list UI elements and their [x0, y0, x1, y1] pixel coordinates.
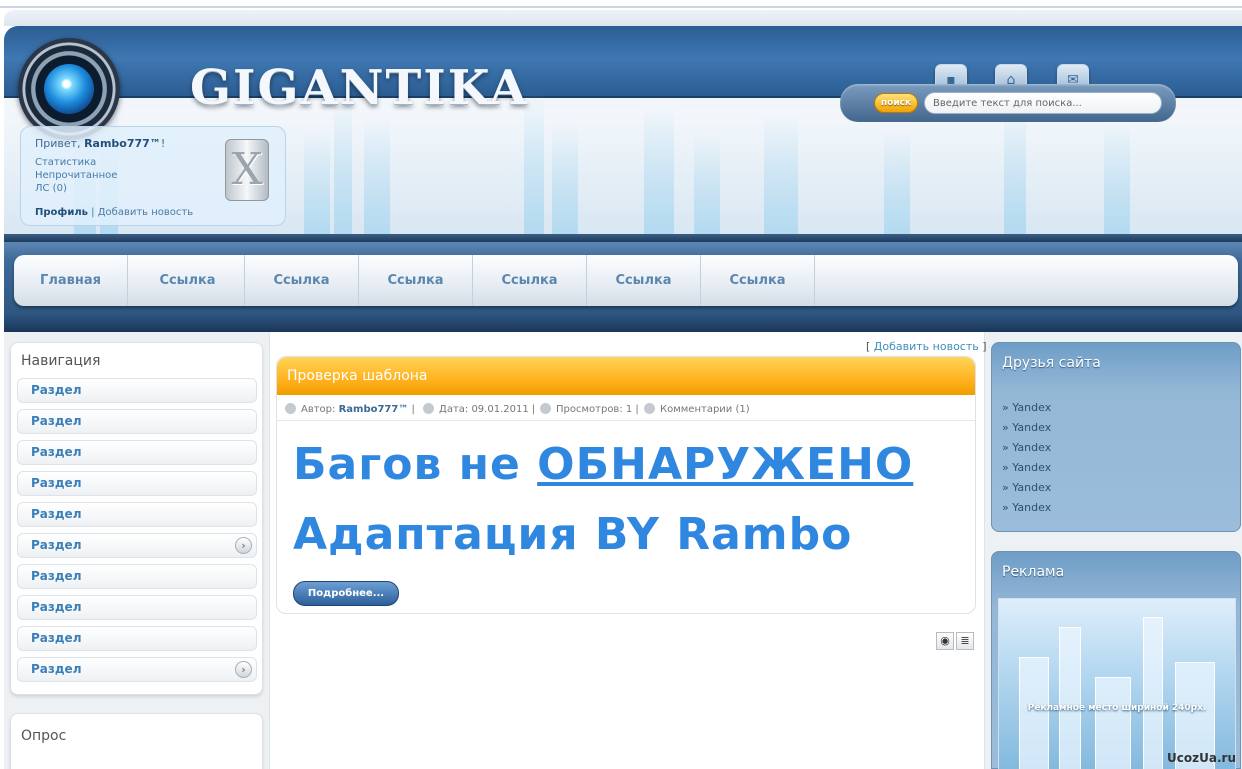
user-icon: [285, 403, 296, 414]
sidebar-item-section[interactable]: Раздел: [17, 471, 257, 496]
nav-item-home[interactable]: Главная: [14, 255, 128, 306]
city-building: [1004, 102, 1026, 242]
nav-item-link[interactable]: Ссылка: [359, 255, 473, 306]
poll-block: Опрос: [10, 713, 263, 769]
friends-title: Друзья сайта: [1002, 355, 1101, 371]
add-news-link[interactable]: Добавить новость: [874, 340, 979, 353]
ad-banner[interactable]: Рекламное место шириной 240px.: [998, 598, 1236, 769]
chevron-right-icon: ›: [235, 537, 252, 554]
ad-building: [1019, 657, 1049, 769]
print-icon[interactable]: ≣: [956, 632, 974, 650]
ad-building: [1143, 617, 1163, 769]
post-views: Просмотров: 1 |: [540, 403, 639, 415]
chevron-right-icon: ›: [235, 661, 252, 678]
unread-link[interactable]: Непрочитанное: [35, 170, 117, 181]
friend-link[interactable]: » Yandex: [1002, 481, 1051, 494]
read-more-button[interactable]: Подробнее...: [293, 581, 399, 606]
user-links: Профиль | Добавить новость: [35, 207, 194, 218]
friend-link[interactable]: » Yandex: [1002, 501, 1051, 514]
post-comments[interactable]: Комментарии (1): [644, 403, 750, 415]
nav-item-link[interactable]: Ссылка: [245, 255, 359, 306]
sidebar-item-section[interactable]: Раздел: [17, 409, 257, 434]
nav-item-link[interactable]: Ссылка: [131, 255, 245, 306]
sidebar-item-section[interactable]: Раздел: [17, 564, 257, 589]
main-nav: Главная Ссылка Ссылка Ссылка Ссылка Ссыл…: [14, 255, 1238, 306]
friend-link[interactable]: » Yandex: [1002, 401, 1051, 414]
city-building: [694, 134, 720, 242]
friend-link[interactable]: » Yandex: [1002, 461, 1051, 474]
post-text-line-1: Багов не ОБНАРУЖЕНО: [293, 439, 914, 490]
post-header: Проверка шаблона: [277, 357, 975, 395]
ads-title: Реклама: [1002, 564, 1065, 580]
friend-link[interactable]: » Yandex: [1002, 441, 1051, 454]
logout-button[interactable]: X: [225, 139, 269, 201]
sidebar-item-section[interactable]: Раздел: [17, 378, 257, 403]
nav-item-link[interactable]: Ссылка: [701, 255, 815, 306]
sidebar-item-section[interactable]: Раздел: [17, 440, 257, 465]
stats-link[interactable]: Статистика: [35, 157, 96, 168]
navigation-title: Навигация: [21, 353, 101, 369]
city-building: [1104, 122, 1130, 242]
sidebar-item-section[interactable]: Раздел: [17, 595, 257, 620]
sidebar-item-section[interactable]: Раздел ›: [17, 533, 257, 558]
friends-block: Друзья сайта » Yandex » Yandex » Yandex …: [991, 342, 1241, 532]
search-input[interactable]: [924, 92, 1162, 114]
city-building: [552, 124, 578, 242]
add-news-link[interactable]: Добавить новость: [98, 207, 193, 218]
clipboard-icon: [644, 403, 655, 414]
friend-link[interactable]: » Yandex: [1002, 421, 1051, 434]
city-building: [334, 97, 352, 242]
news-post: Проверка шаблона Автор: Rambo777™ | Дата…: [276, 356, 976, 614]
city-building: [364, 117, 390, 242]
site-header: GIGANTIKA ▪ ⌂ ✉ поиск Привет, Rambo777™!…: [4, 26, 1242, 242]
post-date: Дата: 09.01.2011 |: [423, 403, 535, 415]
ad-building: [1059, 627, 1081, 769]
sidebar-item-section[interactable]: Раздел: [17, 626, 257, 651]
username[interactable]: Rambo777™: [84, 137, 161, 150]
sidebar-item-section[interactable]: Раздел ›: [17, 657, 257, 682]
top-strip: [0, 0, 1242, 8]
post-title[interactable]: Проверка шаблона: [287, 368, 428, 384]
post-text-line-2: Адаптация BY Rambo: [293, 509, 853, 560]
user-greeting: Привет, Rambo777™!: [35, 137, 166, 150]
ad-building: [1095, 677, 1131, 769]
nav-item-link[interactable]: Ссылка: [473, 255, 587, 306]
post-text-underlined: ОБНАРУЖЕНО: [537, 439, 914, 490]
city-building: [884, 130, 910, 242]
profile-link[interactable]: Профиль: [35, 207, 88, 218]
post-author: Автор: Rambo777™ |: [285, 403, 415, 415]
clock-icon: [423, 403, 434, 414]
logo-orb-icon: [18, 38, 120, 140]
nav-item-link[interactable]: Ссылка: [587, 255, 701, 306]
check-icon: [540, 403, 551, 414]
user-panel: Привет, Rambo777™! Статистика Непрочитан…: [20, 126, 286, 226]
top-strip-gradient: [4, 10, 1242, 26]
add-news: [ Добавить новость ]: [866, 340, 987, 353]
city-building: [764, 114, 798, 242]
eye-icon[interactable]: ◉: [936, 632, 954, 650]
city-building: [644, 104, 674, 242]
search-button[interactable]: поиск: [874, 93, 918, 113]
header-bottom-edge: [4, 234, 1242, 242]
city-building: [304, 132, 330, 242]
poll-title: Опрос: [21, 728, 67, 744]
messages-link[interactable]: ЛС (0): [35, 183, 67, 194]
ad-text: Рекламное место шириной 240px.: [1027, 703, 1207, 713]
site-logo[interactable]: GIGANTIKA: [190, 60, 529, 116]
search-bar: поиск: [840, 84, 1176, 122]
watermark: UcozUa.ru: [1167, 751, 1236, 765]
sidebar-item-section[interactable]: Раздел: [17, 502, 257, 527]
post-meta: Автор: Rambo777™ | Дата: 09.01.2011 | Пр…: [277, 397, 975, 421]
author-link[interactable]: Rambo777™: [339, 404, 409, 415]
ads-block: Реклама Рекламное место шириной 240px.: [991, 551, 1241, 769]
orb-glow: [44, 64, 94, 114]
navigation-block: Навигация Раздел Раздел Раздел Раздел Ра…: [10, 342, 263, 695]
